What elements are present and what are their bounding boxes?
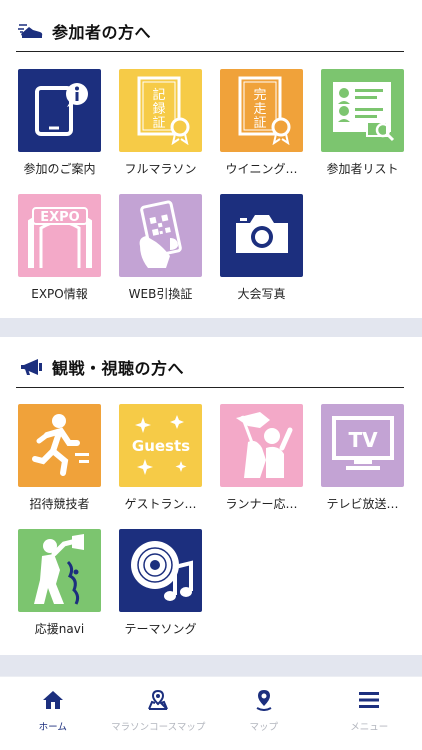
tile-winning[interactable]: 完 走 証 ウイニング… <box>211 69 312 177</box>
certificate-icon: 記 録 証 <box>126 73 196 149</box>
tile-box <box>18 529 101 612</box>
camera-icon <box>232 211 292 261</box>
tile-box: 記 録 証 <box>119 69 202 152</box>
megaphone-icon <box>16 356 46 378</box>
tile-label: テーマソング <box>124 622 197 636</box>
tile-label: WEB引換証 <box>128 287 193 301</box>
tile-label: 応援navi <box>34 622 85 636</box>
tile-box <box>18 404 101 487</box>
svg-text:EXPO: EXPO <box>40 210 79 225</box>
runner-icon <box>25 409 95 483</box>
certificate-icon: 完 走 証 <box>227 73 297 149</box>
bottom-navigation: ホーム マラソンコースマップ マップ メニュー <box>0 676 422 750</box>
expo-gate-icon: EXPO <box>23 198 97 274</box>
qr-phone-icon <box>126 198 196 274</box>
cheering-person-icon <box>24 532 96 610</box>
svg-text:証: 証 <box>253 116 266 131</box>
tile-box <box>220 404 303 487</box>
tile-label: 大会写真 <box>237 287 286 301</box>
map-pin-icon <box>251 689 277 711</box>
svg-text:録: 録 <box>152 102 165 117</box>
nav-label: マラソンコースマップ <box>111 722 206 733</box>
tile-label: フルマラソン <box>124 162 197 176</box>
tv-icon: TV <box>328 414 398 478</box>
tile-participant-list[interactable]: 参加者リスト <box>312 69 413 177</box>
tile-box <box>321 69 404 152</box>
tile-label: テレビ放送… <box>326 497 399 511</box>
tile-invited-athletes[interactable]: 招待競技者 <box>9 404 110 512</box>
tile-box <box>119 194 202 277</box>
spectators-header: 観戦・視聴の方へ <box>16 347 404 388</box>
nav-map[interactable]: マップ <box>211 677 317 750</box>
nav-home[interactable]: ホーム <box>0 677 106 750</box>
hamburger-icon <box>356 689 382 711</box>
nav-label: マップ <box>249 722 278 733</box>
cheering-flag-icon <box>226 408 298 484</box>
tile-box: EXPO <box>18 194 101 277</box>
tile-label: 招待競技者 <box>29 497 90 511</box>
participants-header: 参加者の方へ <box>16 11 404 52</box>
guests-icon: Guests <box>123 409 199 483</box>
tile-box <box>220 194 303 277</box>
smartphone-info-icon <box>25 76 95 146</box>
section-separator <box>0 655 422 677</box>
tile-box <box>18 69 101 152</box>
running-shoe-icon <box>16 20 46 42</box>
nav-course-map[interactable]: マラソンコースマップ <box>106 677 212 750</box>
svg-text:証: 証 <box>152 116 165 131</box>
tile-box: Guests <box>119 404 202 487</box>
participants-title: 参加者の方へ <box>52 23 152 42</box>
spectators-title: 観戦・視聴の方へ <box>52 359 185 378</box>
music-disc-icon <box>125 533 197 609</box>
tile-label: 参加者リスト <box>326 162 399 176</box>
nav-menu[interactable]: メニュー <box>317 677 422 750</box>
tile-label: ランナー応… <box>225 497 298 511</box>
tile-support-navi[interactable]: 応援navi <box>9 529 110 637</box>
svg-text:完: 完 <box>253 88 266 103</box>
svg-text:Guests: Guests <box>131 437 189 455</box>
tile-label: ゲストラン… <box>124 497 197 511</box>
tile-runner-support[interactable]: ランナー応… <box>211 404 312 512</box>
tile-label: ウイニング… <box>225 162 298 176</box>
nav-label: メニュー <box>350 722 389 733</box>
tile-guest-runners[interactable]: Guests ゲストラン… <box>110 404 211 512</box>
tile-event-photos[interactable]: 大会写真 <box>211 194 312 302</box>
tile-web-voucher[interactable]: WEB引換証 <box>110 194 211 302</box>
tile-box: 完 走 証 <box>220 69 303 152</box>
section-separator <box>0 318 422 337</box>
nav-label: ホーム <box>38 722 67 733</box>
course-map-icon <box>145 689 171 711</box>
home-icon <box>40 689 66 711</box>
svg-text:記: 記 <box>152 87 165 103</box>
tile-theme-song[interactable]: テーマソング <box>110 529 211 637</box>
tile-tv-broadcast[interactable]: TV テレビ放送… <box>312 404 413 512</box>
tile-box: TV <box>321 404 404 487</box>
svg-text:走: 走 <box>253 102 266 117</box>
search-list-icon <box>327 74 399 148</box>
tile-label: EXPO情報 <box>31 287 88 301</box>
tile-box <box>119 529 202 612</box>
tile-expo[interactable]: EXPO EXPO情報 <box>9 194 110 302</box>
tile-label: 参加のご案内 <box>23 162 96 176</box>
svg-text:TV: TV <box>348 428 378 452</box>
tile-full-marathon[interactable]: 記 録 証 フルマラソン <box>110 69 211 177</box>
tile-participation-guide[interactable]: 参加のご案内 <box>9 69 110 177</box>
